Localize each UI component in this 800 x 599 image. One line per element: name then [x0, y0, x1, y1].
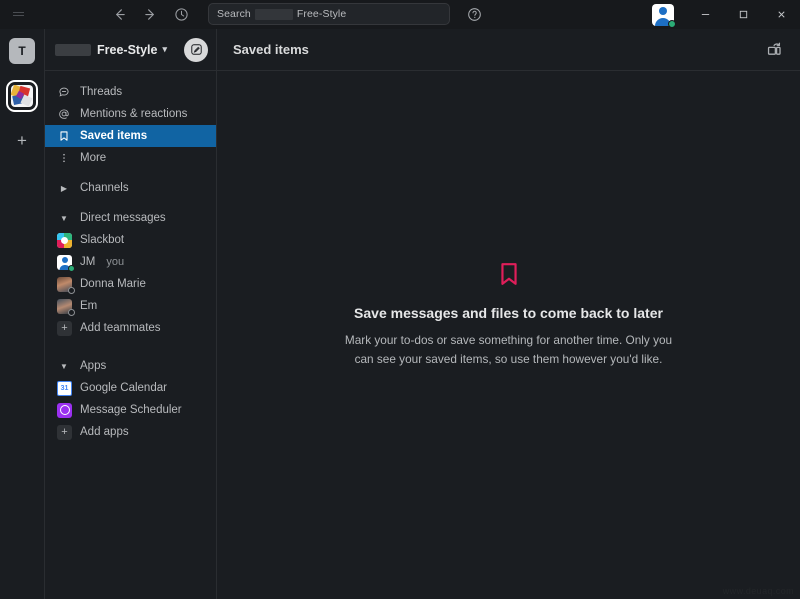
navigation-controls — [106, 2, 194, 26]
compose-pencil-icon[interactable] — [184, 37, 208, 62]
help-question-icon[interactable] — [462, 2, 486, 26]
presence-indicator-online — [68, 264, 75, 272]
calendar-date-badge: 31 — [60, 384, 69, 392]
sidebar: Free-Style ▾ Threads Mentions & reaction… — [45, 29, 217, 599]
chevron-down-icon: ▼ — [60, 213, 68, 223]
empty-state-description: Mark your to-dos or save something for a… — [344, 333, 673, 366]
sidebar-dm-em[interactable]: Em — [45, 295, 216, 317]
message-scheduler-icon — [57, 402, 72, 418]
plus-icon: + — [57, 424, 72, 440]
main-header: Saved items — [217, 29, 800, 71]
chevron-down-icon: ▼ — [60, 361, 68, 371]
plus-icon: + — [57, 320, 72, 336]
sidebar-item-more[interactable]: More — [45, 147, 216, 169]
workspace-logo-icon — [11, 85, 33, 107]
back-arrow-icon[interactable] — [106, 2, 132, 26]
sidebar-app-label: Add apps — [80, 426, 129, 438]
minimize-button[interactable] — [686, 0, 724, 29]
watermark: www.deuaq.com — [722, 586, 794, 596]
maximize-button[interactable] — [724, 0, 762, 29]
sidebar-item-mentions-reactions[interactable]: Mentions & reactions — [45, 103, 216, 125]
search-workspace-label: Free-Style — [296, 8, 347, 20]
workspace-rail: T + — [0, 29, 45, 599]
sidebar-dm-label: JM — [80, 256, 96, 268]
rail-profile-avatar[interactable]: T — [9, 38, 35, 64]
sidebar-nav-list: Threads Mentions & reactions Saved items… — [45, 71, 216, 599]
bookmark-icon — [57, 130, 71, 142]
sidebar-item-label: Mentions & reactions — [80, 108, 188, 120]
slack-app-window: Search Free-Style T + Free-Style ▾ Threa… — [0, 0, 800, 599]
sidebar-dm-label: Add teammates — [80, 322, 161, 334]
sidebar-add-apps[interactable]: + Add apps — [45, 421, 216, 443]
main-panel: Saved items Save messages and files to c… — [217, 29, 800, 599]
sidebar-section-direct-messages[interactable]: ▼ Direct messages — [45, 207, 216, 229]
forward-arrow-icon[interactable] — [137, 2, 163, 26]
workspace-header: Free-Style ▾ — [45, 29, 216, 71]
sidebar-dm-label: Em — [80, 300, 98, 312]
sidebar-item-label: More — [80, 152, 107, 164]
search-prefix-label: Search — [217, 8, 251, 20]
workspace-switcher-icon[interactable] — [6, 80, 38, 112]
photo-avatar-icon — [57, 276, 75, 294]
sidebar-dm-donna-marie[interactable]: Donna Marie — [45, 273, 216, 295]
person-avatar-icon — [57, 254, 75, 272]
more-vertical-icon — [57, 152, 71, 164]
chevron-down-icon: ▾ — [162, 44, 167, 54]
sidebar-app-label: Google Calendar — [80, 382, 167, 394]
sidebar-item-threads[interactable]: Threads — [45, 81, 216, 103]
sidebar-item-saved-items[interactable]: Saved items — [45, 125, 216, 147]
presence-indicator-away — [68, 308, 75, 316]
search-redacted-block — [254, 8, 293, 20]
bookmark-icon — [498, 262, 520, 291]
sidebar-section-label: Channels — [80, 182, 129, 194]
history-clock-icon[interactable] — [168, 2, 194, 26]
sidebar-dm-slackbot[interactable]: Slackbot — [45, 229, 216, 251]
threads-icon — [57, 86, 71, 98]
window-controls-group — [652, 0, 800, 29]
workspace-name-button[interactable]: Free-Style ▾ — [55, 43, 184, 57]
avatar[interactable] — [652, 3, 676, 28]
sidebar-dm-label: Donna Marie — [80, 278, 146, 290]
sidebar-item-label: Saved items — [80, 130, 148, 142]
sidebar-item-label: Threads — [80, 86, 123, 98]
sidebar-section-label: Direct messages — [80, 212, 166, 224]
sidebar-section-label: Apps — [80, 360, 107, 372]
saved-items-empty-state: Save messages and files to come back to … — [217, 71, 800, 599]
sidebar-section-apps[interactable]: ▼ Apps — [45, 355, 216, 377]
hamburger-menu-icon[interactable] — [0, 0, 36, 29]
empty-state-title: Save messages and files to come back to … — [354, 305, 663, 322]
app-body: T + Free-Style ▾ Threads Mentions & reac… — [0, 29, 800, 599]
sidebar-app-label: Message Scheduler — [80, 404, 182, 416]
workspace-name-label: Free-Style — [97, 42, 158, 57]
page-title: Saved items — [233, 42, 309, 57]
slackbot-avatar-icon — [57, 232, 72, 248]
close-button[interactable] — [762, 0, 800, 29]
presence-indicator-online — [668, 19, 676, 28]
chevron-right-icon: ▶ — [60, 183, 68, 193]
open-split-view-icon[interactable] — [762, 38, 786, 62]
sidebar-section-channels[interactable]: ▶ Channels — [45, 177, 216, 199]
sidebar-app-message-scheduler[interactable]: Message Scheduler — [45, 399, 216, 421]
sidebar-app-google-calendar[interactable]: 31 Google Calendar — [45, 377, 216, 399]
presence-indicator-away — [68, 286, 75, 294]
photo-avatar-icon — [57, 298, 75, 316]
workspace-redacted-block — [55, 43, 91, 56]
sidebar-dm-you-tag: you — [106, 256, 125, 268]
add-workspace-button[interactable]: + — [9, 127, 35, 153]
sidebar-dm-jm[interactable]: JM you — [45, 251, 216, 273]
google-calendar-icon: 31 — [57, 380, 72, 396]
sidebar-dm-label: Slackbot — [80, 234, 125, 246]
sidebar-add-teammates[interactable]: + Add teammates — [45, 317, 216, 339]
title-bar: Search Free-Style — [0, 0, 800, 29]
at-icon — [57, 108, 71, 120]
search-input[interactable]: Search Free-Style — [208, 3, 450, 25]
